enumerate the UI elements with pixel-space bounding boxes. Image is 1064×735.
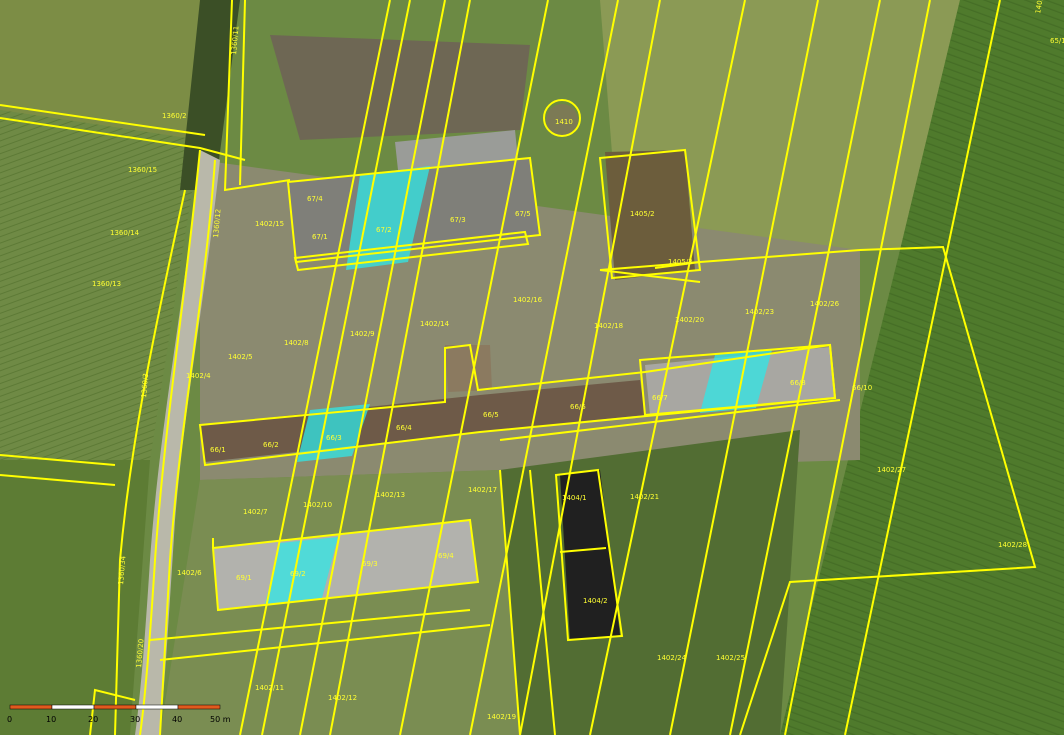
parcel-label: 66/3: [326, 434, 342, 442]
parcel-label: 67/5: [515, 210, 531, 218]
parcel-label: 1360/14: [110, 229, 140, 237]
parcel-label: 1402/5: [228, 353, 253, 361]
parcel-label: 1402/18: [594, 322, 623, 330]
parcel-label: 1402/9: [350, 330, 375, 338]
parcel-label: 1402/24: [657, 654, 687, 662]
parcel-label: 69/2: [290, 570, 306, 578]
parcel-label: 1404/2: [583, 597, 608, 605]
scale-bar: 0 10 20 30 40 50 m: [7, 704, 231, 724]
parcel-label: 1402/11: [255, 684, 284, 692]
scale-segment: [51, 704, 95, 710]
aerial-imagery: [0, 0, 1064, 735]
parcel-label: 1402/13: [376, 491, 405, 499]
scale-tick-label: 30: [130, 715, 140, 724]
scale-tick-label: 40: [172, 715, 182, 724]
barn-66-connector: [445, 345, 492, 392]
parcel-label: 1404/1: [562, 494, 587, 502]
parcel-label: 1360/15: [128, 166, 157, 174]
parcel-label: 1402/6: [177, 569, 202, 577]
parcel-label: 1402/15: [255, 220, 284, 228]
parcel-label: 1402/21: [630, 493, 659, 501]
parcel-label: 67/3: [450, 216, 466, 224]
parcel-label: 1402/8: [284, 339, 309, 347]
parcel-label: 1405/2: [630, 210, 655, 218]
parcel-label: 66/10: [852, 384, 872, 392]
map-canvas[interactable]: 1360/2 1360/15 1360/14 1360/13 1360/11 1…: [0, 0, 1064, 735]
parcel-label: 66/2: [263, 441, 279, 449]
field-bottom-left: [0, 460, 150, 735]
scale-segment: [135, 704, 179, 710]
parcel-label: 1402/4: [186, 372, 211, 380]
parcel-label: 69/1: [236, 574, 252, 582]
scale-tick-label: 20: [88, 715, 98, 724]
parcel-label: 1402/12: [328, 694, 357, 702]
parcel-label: 1402/19: [487, 713, 516, 721]
parcel-label: 66/6: [570, 403, 586, 411]
scale-tick-label: 10: [46, 715, 56, 724]
parcel-label: 1402/25: [716, 654, 745, 662]
parcel-label: 67/4: [307, 195, 323, 203]
parcel-label: 65/1: [1050, 37, 1064, 45]
parcel-label: 69/3: [362, 560, 378, 568]
scale-tick-label: 50 m: [210, 715, 231, 724]
parcel-label: 1402/20: [675, 316, 704, 324]
parcel-label: 1402/17: [468, 486, 497, 494]
scale-segment: [93, 704, 137, 710]
scale-segment: [9, 704, 53, 710]
parcel-label: 67/1: [312, 233, 328, 241]
parcel-label: 1360/2: [162, 112, 187, 120]
parcel-label: 1405/3: [668, 258, 693, 266]
parcel-label: 66/7: [652, 394, 668, 402]
parcel-label: 1410: [555, 118, 573, 126]
parcel-label: 66/5: [483, 411, 499, 419]
scale-tick-label: 0: [7, 715, 12, 724]
parcel-label: 69/4: [438, 552, 454, 560]
parcel-label: 1402/28: [998, 541, 1027, 549]
parcel-label: 66/4: [396, 424, 412, 432]
parcel-label: 67/2: [376, 226, 392, 234]
parcel-label: 1402/16: [513, 296, 543, 304]
parcel-label: 1402/23: [745, 308, 774, 316]
cadastral-map[interactable]: 1360/2 1360/15 1360/14 1360/13 1360/11 1…: [0, 0, 1064, 735]
parcel-label: 1402/14: [420, 320, 450, 328]
scale-segment: [177, 704, 221, 710]
parcel-label: 1402/10: [303, 501, 332, 509]
parcel-label: 66/1: [210, 446, 226, 454]
parcel-label: 1402/26: [810, 300, 840, 308]
parcel-label: 1360/13: [92, 280, 121, 288]
parcel-label: 1402/27: [877, 466, 906, 474]
parcel-label: 1402/7: [243, 508, 268, 516]
parcel-label: 66/8: [790, 379, 806, 387]
